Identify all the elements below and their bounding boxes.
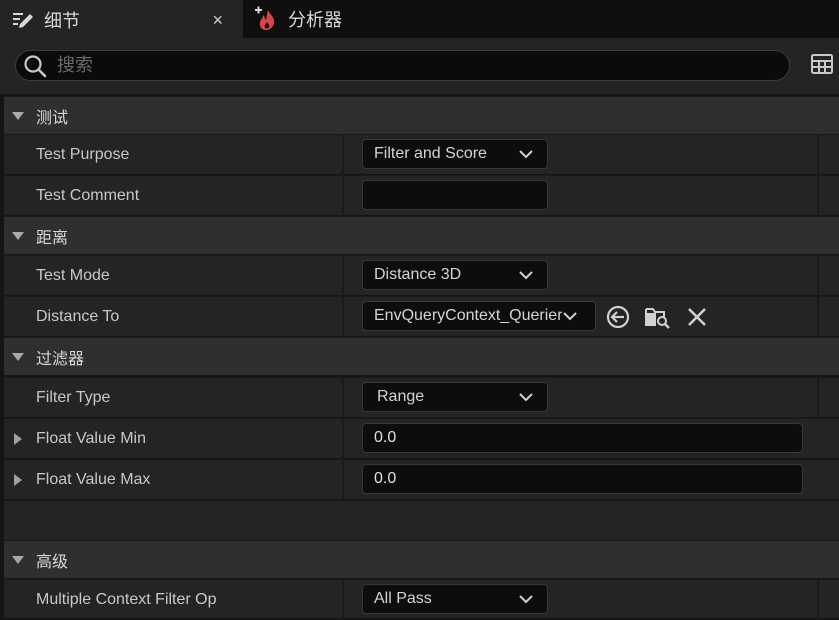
collapse-caret-icon[interactable] bbox=[12, 231, 24, 240]
tab-profiler-label: 分析器 bbox=[288, 10, 342, 30]
column-divider bbox=[817, 256, 819, 296]
column-divider bbox=[817, 135, 819, 175]
column-divider[interactable] bbox=[342, 297, 344, 337]
row-multiple-context-filter-op: Multiple Context Filter Op All Pass bbox=[4, 579, 839, 620]
column-divider[interactable] bbox=[342, 176, 344, 216]
row-test-purpose: Test Purpose Filter and Score bbox=[4, 134, 839, 175]
row-test-mode: Test Mode Distance 3D bbox=[4, 255, 839, 296]
column-divider[interactable] bbox=[342, 419, 344, 459]
use-selected-icon[interactable] bbox=[605, 304, 631, 330]
test-comment-input[interactable] bbox=[362, 180, 548, 210]
chevron-down-icon bbox=[519, 595, 533, 604]
clear-x-icon[interactable] bbox=[684, 304, 710, 330]
multiple-context-filter-op-combo[interactable]: All Pass bbox=[362, 584, 548, 614]
filter-type-label: Filter Type bbox=[36, 389, 111, 406]
distance-to-value: EnvQueryContext_Querier bbox=[374, 307, 562, 324]
column-divider bbox=[817, 378, 819, 418]
search-field[interactable] bbox=[15, 50, 790, 81]
search-bar bbox=[0, 38, 839, 94]
test-mode-value: Distance 3D bbox=[374, 266, 462, 283]
edit-details-icon bbox=[13, 13, 33, 28]
section-advanced[interactable]: 高级 bbox=[4, 540, 839, 578]
profiler-flame-icon bbox=[255, 6, 275, 30]
empty-row bbox=[4, 500, 839, 540]
chevron-down-icon bbox=[519, 271, 533, 280]
column-divider bbox=[817, 580, 819, 620]
distance-to-combo[interactable]: EnvQueryContext_Querier bbox=[362, 301, 596, 331]
search-input[interactable] bbox=[57, 55, 657, 76]
chevron-down-icon bbox=[519, 150, 533, 159]
section-filter-title: 过滤器 bbox=[36, 350, 85, 368]
expand-arrow-icon[interactable] bbox=[14, 474, 22, 486]
test-mode-combo[interactable]: Distance 3D bbox=[362, 260, 548, 290]
test-mode-label: Test Mode bbox=[36, 267, 110, 284]
section-distance-title: 距离 bbox=[36, 229, 69, 247]
column-divider bbox=[817, 297, 819, 337]
test-purpose-combo[interactable]: Filter and Score bbox=[362, 139, 548, 169]
tab-details[interactable]: 细节 × bbox=[0, 0, 243, 38]
float-value-min-input[interactable]: 0.0 bbox=[362, 423, 803, 453]
column-divider[interactable] bbox=[342, 378, 344, 418]
close-icon[interactable]: × bbox=[212, 10, 223, 31]
column-divider[interactable] bbox=[342, 460, 344, 500]
expand-arrow-icon[interactable] bbox=[14, 433, 22, 445]
section-test[interactable]: 测试 bbox=[4, 96, 839, 134]
column-divider bbox=[817, 176, 819, 216]
search-icon bbox=[24, 54, 47, 77]
column-divider[interactable] bbox=[342, 256, 344, 296]
collapse-caret-icon[interactable] bbox=[12, 111, 24, 120]
collapse-caret-icon[interactable] bbox=[12, 555, 24, 564]
test-comment-label: Test Comment bbox=[36, 187, 140, 204]
section-advanced-title: 高级 bbox=[36, 553, 69, 571]
section-distance[interactable]: 距离 bbox=[4, 216, 839, 254]
test-purpose-label: Test Purpose bbox=[36, 146, 130, 163]
column-divider[interactable] bbox=[342, 580, 344, 620]
tab-details-label: 细节 bbox=[44, 11, 80, 31]
row-float-value-max: Float Value Max 0.0 bbox=[4, 459, 839, 500]
browse-folder-icon[interactable] bbox=[644, 304, 670, 330]
tab-bar: 细节 × 分析器 bbox=[0, 0, 839, 38]
row-distance-to: Distance To EnvQueryContext_Querier bbox=[4, 296, 839, 337]
column-divider[interactable] bbox=[342, 135, 344, 175]
row-float-value-min: Float Value Min 0.0 bbox=[4, 418, 839, 459]
section-filter[interactable]: 过滤器 bbox=[4, 337, 839, 375]
multiple-context-filter-op-label: Multiple Context Filter Op bbox=[36, 591, 217, 608]
row-filter-type: Filter Type Range bbox=[4, 377, 839, 418]
multiple-context-filter-op-value: All Pass bbox=[374, 590, 432, 607]
tab-profiler[interactable]: 分析器 bbox=[244, 0, 444, 38]
float-value-max-label: Float Value Max bbox=[36, 471, 151, 488]
chevron-down-icon bbox=[519, 393, 533, 402]
float-value-min-label: Float Value Min bbox=[36, 430, 146, 447]
test-purpose-value: Filter and Score bbox=[374, 145, 487, 162]
chevron-down-icon bbox=[563, 312, 577, 321]
collapse-caret-icon[interactable] bbox=[12, 352, 24, 361]
float-value-max-input[interactable]: 0.0 bbox=[362, 464, 803, 494]
row-test-comment: Test Comment bbox=[4, 175, 839, 216]
filter-type-value: Range bbox=[377, 388, 425, 405]
filter-type-combo[interactable]: Range bbox=[362, 382, 548, 412]
property-matrix-icon[interactable] bbox=[810, 52, 834, 76]
section-test-title: 测试 bbox=[36, 109, 69, 127]
distance-to-label: Distance To bbox=[36, 308, 120, 325]
